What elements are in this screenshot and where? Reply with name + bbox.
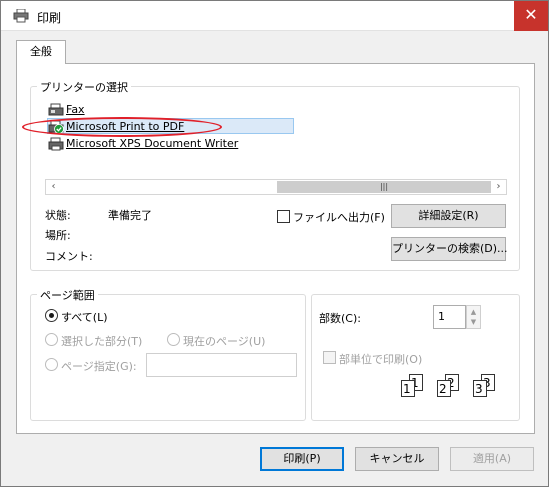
printer-label: Fax	[66, 103, 85, 116]
status-value: 準備完了	[108, 209, 152, 222]
page-range-current-radio[interactable]	[167, 333, 180, 346]
printer-icon	[13, 9, 29, 23]
page-range-selection-label: 選択した部分(T)	[61, 335, 143, 348]
title-bar: 印刷 ✕	[1, 1, 548, 31]
printer-label: Microsoft Print to PDF	[66, 120, 185, 133]
collate-label: 部単位で印刷(O)	[339, 353, 423, 366]
print-to-file-label: ファイルへ出力(F)	[293, 211, 385, 224]
scroll-left-button[interactable]: ‹	[46, 180, 61, 194]
apply-button[interactable]: 適用(A)	[450, 447, 534, 471]
preferences-button[interactable]: 詳細設定(R)	[391, 204, 506, 228]
printer-item-microsoft-print-to-pdf[interactable]: Microsoft Print to PDF	[47, 118, 294, 134]
location-label: 場所:	[45, 229, 71, 242]
scroll-right-button[interactable]: ›	[491, 180, 506, 194]
page-range-legend: ページ範囲	[37, 287, 98, 303]
page-range-pages-radio[interactable]	[45, 358, 58, 371]
print-dialog: 印刷 ✕ 全般 プリンターの選択 ページ範囲 Fax Microsoft Pri…	[0, 0, 549, 487]
page-range-all-label: すべて(L)	[61, 311, 108, 324]
printer-item-fax[interactable]: Fax	[48, 102, 168, 118]
comment-label: コメント:	[45, 250, 93, 263]
page-range-selection-radio[interactable]	[45, 333, 58, 346]
page-range-all-radio[interactable]	[45, 309, 58, 322]
copies-label: 部数(C):	[319, 312, 361, 325]
page-range-pages-input[interactable]	[146, 353, 297, 377]
print-button[interactable]: 印刷(P)	[260, 447, 344, 471]
spin-down-icon[interactable]: ▼	[467, 317, 480, 327]
scroll-thumb[interactable]: |||	[277, 181, 491, 193]
collate-pages-icon: 1 1 2 2 3 3	[401, 374, 501, 404]
spin-up-icon[interactable]: ▲	[467, 307, 480, 317]
close-icon: ✕	[524, 5, 538, 24]
page-range-current-label: 現在のページ(U)	[183, 335, 266, 348]
printer-list-scrollbar[interactable]: ‹ ||| ›	[45, 179, 507, 195]
page-range-pages-label: ページ指定(G):	[61, 360, 137, 373]
printer-label: Microsoft XPS Document Writer	[66, 137, 239, 150]
close-button[interactable]: ✕	[514, 1, 548, 31]
printer-item-microsoft-xps-document-writer[interactable]: Microsoft XPS Document Writer	[48, 136, 268, 152]
window-title: 印刷	[37, 11, 62, 25]
radio-selected-dot	[49, 313, 54, 318]
fax-printer-icon	[48, 103, 64, 116]
copies-spinner[interactable]: ▲ ▼	[466, 305, 481, 329]
cancel-button[interactable]: キャンセル	[355, 447, 439, 471]
find-printer-button[interactable]: プリンターの検索(D)...	[391, 237, 508, 261]
default-printer-icon	[48, 120, 64, 134]
status-label: 状態:	[45, 209, 71, 222]
printer-icon	[48, 137, 64, 151]
print-to-file-checkbox[interactable]	[277, 210, 290, 223]
tab-general[interactable]: 全般	[16, 40, 66, 64]
copies-input[interactable]: 1	[433, 305, 466, 329]
collate-checkbox[interactable]	[323, 351, 336, 364]
printer-select-legend: プリンターの選択	[37, 79, 131, 95]
